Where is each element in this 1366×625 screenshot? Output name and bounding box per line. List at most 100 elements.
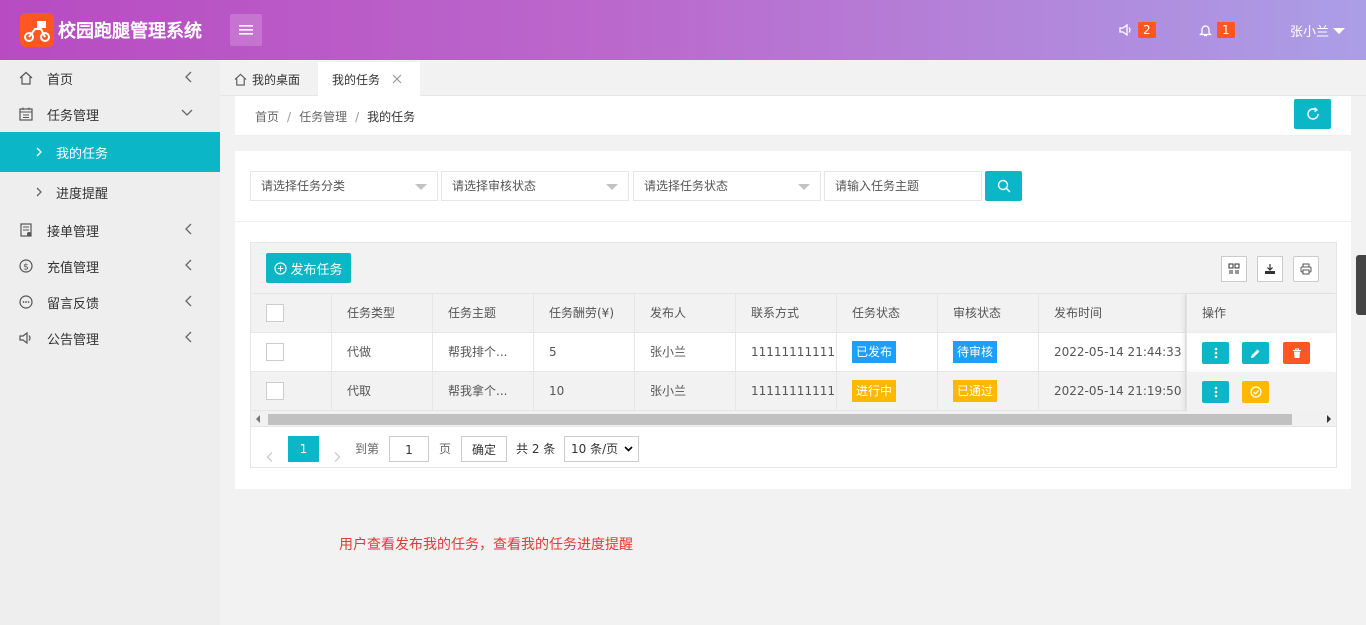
column-header[interactable]: 审核状态	[938, 294, 1039, 333]
chevron-right-icon	[36, 147, 42, 157]
goto-confirm-button[interactable]: 确定	[461, 436, 507, 462]
review-status-select[interactable]: 请选择审核状态	[441, 171, 629, 201]
publish-task-button[interactable]: 发布任务	[266, 253, 351, 283]
tab-desktop[interactable]: 我的桌面	[220, 62, 318, 96]
table-toolbar: 发布任务	[251, 243, 1336, 294]
hamburger-icon	[239, 25, 253, 35]
row-checkbox[interactable]	[266, 381, 284, 400]
breadcrumb-home[interactable]: 首页	[255, 110, 279, 124]
user-name: 张小兰	[1290, 25, 1330, 40]
status-badge: 已通过	[953, 380, 998, 402]
sidebar-item-progress-reminder[interactable]: 进度提醒	[0, 172, 220, 212]
document-icon	[18, 222, 34, 238]
category-select[interactable]: 请选择任务分类	[250, 171, 438, 201]
goto-page-input[interactable]: 1	[389, 436, 429, 462]
notice-button[interactable]: 2	[1119, 22, 1156, 38]
sidebar-item-my-tasks[interactable]: 我的任务	[0, 132, 220, 172]
chevron-down-icon	[624, 446, 633, 452]
calendar-icon	[18, 106, 34, 122]
bell-icon	[1199, 24, 1212, 36]
task-topic-cell: 帮我排个...	[433, 333, 534, 372]
column-header[interactable]: 任务主题	[433, 294, 534, 333]
home-icon	[234, 73, 247, 86]
tab-label: 我的桌面	[252, 72, 301, 87]
search-button[interactable]	[985, 171, 1022, 201]
caret-down-icon	[1333, 27, 1346, 34]
topic-search-input[interactable]: 请输入任务主题	[824, 171, 982, 201]
sidebar-item-feedback[interactable]: 留言反馈	[0, 284, 220, 320]
column-header[interactable]: 任务状态	[837, 294, 938, 333]
pencil-icon	[1251, 349, 1260, 358]
table-row: 代做 帮我排个... 5 张小兰 11111111111 已发布 待审核 202…	[251, 333, 1336, 372]
sidebar-item-label: 任务管理	[47, 108, 100, 124]
side-handle[interactable]	[1356, 255, 1366, 315]
goto-label: 到第	[355, 442, 380, 456]
export-button[interactable]	[1257, 256, 1283, 282]
sidebar-item-label: 首页	[47, 72, 74, 88]
refresh-button[interactable]	[1294, 99, 1331, 129]
scroll-left-icon[interactable]	[256, 415, 260, 423]
row-checkbox[interactable]	[266, 342, 284, 361]
task-status-cell: 进行中	[837, 372, 938, 411]
contact-cell: 11111111111	[736, 333, 837, 372]
more-vertical-icon	[1214, 386, 1217, 398]
delete-button[interactable]	[1283, 342, 1310, 364]
prev-page-icon[interactable]	[266, 444, 273, 470]
annotation-note: 用户查看发布我的任务，查看我的任务进度提醒	[339, 537, 633, 553]
column-header[interactable]: 发布时间	[1039, 294, 1186, 333]
pagination: 1 到第 1 页 确定 共 2 条 10 条/页	[251, 428, 1336, 468]
tab-my-tasks[interactable]: 我的任务	[318, 62, 420, 96]
edit-button[interactable]	[1242, 342, 1269, 364]
check-circle-icon	[1249, 386, 1262, 398]
task-status-select[interactable]: 请选择任务状态	[633, 171, 821, 201]
tab-bar: 我的桌面 我的任务	[220, 60, 1366, 96]
top-header: 校园跑腿管理系统 2 1 张小兰	[0, 0, 1366, 60]
sidebar-item-task-management[interactable]: 任务管理	[0, 96, 220, 132]
row-select-cell	[251, 333, 332, 372]
task-table: 发布任务 任务类型 任务主题 任务酬劳(¥) 发布人 联系方式 任务状态 审核状…	[250, 242, 1337, 468]
sidebar-item-label: 进度提醒	[56, 186, 109, 202]
task-topic-cell: 帮我拿个...	[433, 372, 534, 411]
horizontal-scrollbar[interactable]	[251, 411, 1336, 427]
review-status-select-text: 请选择审核状态	[452, 179, 537, 193]
sidebar-item-order-management[interactable]: 接单管理	[0, 212, 220, 248]
status-badge: 待审核	[953, 341, 998, 363]
column-header[interactable]: 任务类型	[332, 294, 433, 333]
breadcrumb-separator: /	[355, 110, 360, 124]
add-circle-icon	[274, 261, 288, 275]
column-header[interactable]: 任务酬劳(¥)	[534, 294, 635, 333]
column-header[interactable]: 联系方式	[736, 294, 837, 333]
sidebar-item-recharge-management[interactable]: $ 充值管理	[0, 248, 220, 284]
notice-count-badge: 2	[1138, 22, 1156, 38]
topic-search-placeholder: 请输入任务主题	[835, 179, 920, 193]
bell-button[interactable]: 1	[1199, 22, 1235, 38]
caret-down-icon	[606, 184, 618, 190]
breadcrumb: 首页 / 任务管理 / 我的任务	[255, 108, 415, 125]
export-icon	[1265, 264, 1275, 274]
select-all-checkbox[interactable]	[266, 303, 284, 322]
scroll-right-icon[interactable]	[1327, 415, 1331, 423]
next-page-icon[interactable]	[334, 444, 341, 470]
total-count: 共 2 条	[516, 442, 556, 456]
sidebar-item-home[interactable]: 首页	[0, 60, 220, 96]
user-menu[interactable]: 张小兰	[1290, 21, 1346, 40]
close-icon[interactable]	[392, 74, 402, 84]
confirm-button[interactable]	[1242, 381, 1269, 403]
more-button[interactable]	[1202, 342, 1229, 364]
app-logo: 校园跑腿管理系统	[20, 13, 202, 47]
page-size-select[interactable]: 10 条/页	[564, 436, 639, 462]
columns-filter-button[interactable]	[1221, 256, 1247, 282]
scrollbar-thumb[interactable]	[268, 414, 1292, 425]
trash-icon	[1292, 347, 1301, 358]
menu-toggle-button[interactable]	[230, 14, 262, 46]
column-header[interactable]: 发布人	[635, 294, 736, 333]
breadcrumb-task-management[interactable]: 任务管理	[299, 110, 347, 124]
caret-down-icon	[798, 184, 810, 190]
current-page[interactable]: 1	[288, 436, 319, 462]
print-icon	[1300, 263, 1312, 275]
contact-cell: 11111111111	[736, 372, 837, 411]
more-button[interactable]	[1202, 381, 1229, 403]
print-button[interactable]	[1293, 256, 1319, 282]
sidebar-item-announcement-management[interactable]: 公告管理	[0, 320, 220, 356]
sidebar-item-label: 充值管理	[47, 260, 100, 276]
